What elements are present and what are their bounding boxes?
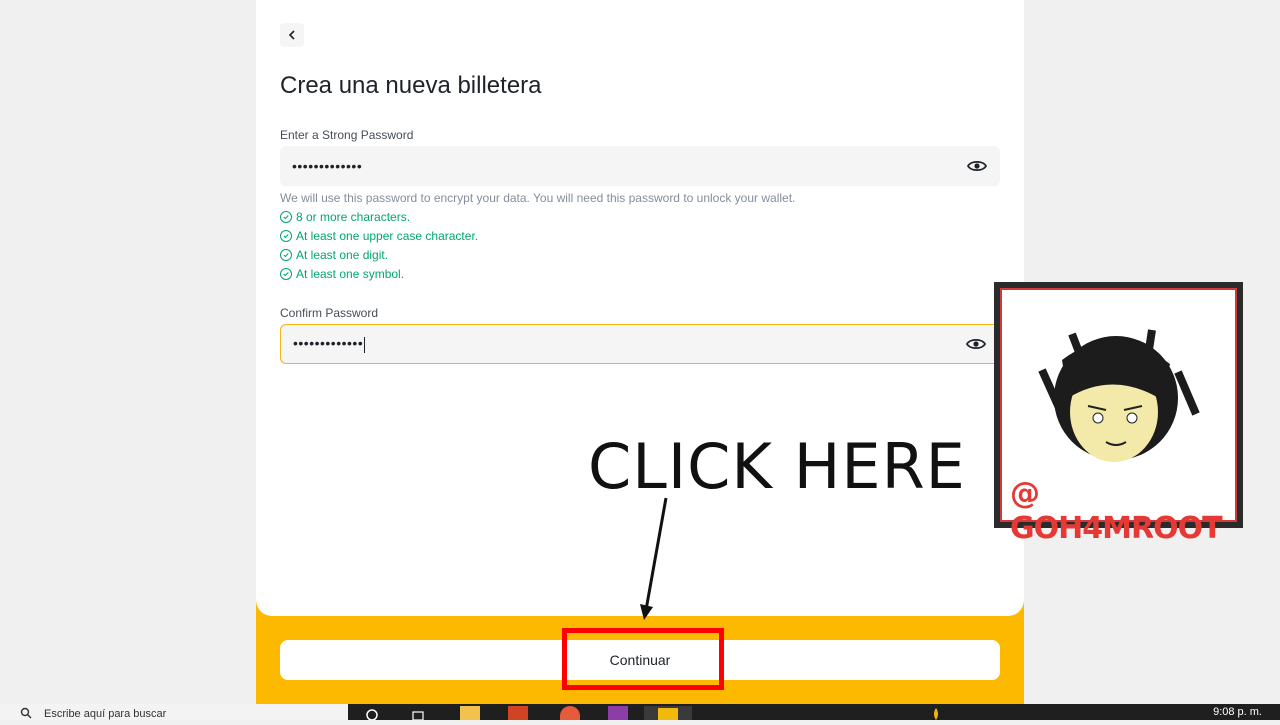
rule-text: At least one digit. <box>296 248 389 262</box>
click-here-callout: CLICK HERE <box>588 430 966 503</box>
rule-item: At least one symbol. <box>280 267 404 281</box>
confirm-password-input[interactable]: ••••••••••••• <box>280 324 1000 364</box>
check-circle-icon <box>280 211 292 223</box>
task-view-icon[interactable] <box>410 706 430 721</box>
watermark-text: @ GOH4MROOT <box>1010 476 1223 546</box>
taskbar-clock: 9:08 p. m. <box>1213 706 1262 718</box>
rule-text: At least one symbol. <box>296 267 405 281</box>
confirm-value: ••••••••••••• <box>293 335 366 353</box>
password-input[interactable]: ••••••••••••• <box>280 146 1000 186</box>
search-icon <box>20 707 32 719</box>
rule-item: At least one upper case character. <box>280 229 478 243</box>
rule-item: 8 or more characters. <box>280 210 410 224</box>
check-circle-icon <box>280 230 292 242</box>
confirm-label: Confirm Password <box>280 306 379 320</box>
highlight-box <box>562 628 724 690</box>
watermark-logo: @ GOH4MROOT <box>994 282 1243 546</box>
eye-icon[interactable] <box>965 333 987 355</box>
rule-text: At least one upper case character. <box>296 229 479 243</box>
taskbar-search[interactable]: Escribe aquí para buscar <box>0 704 348 720</box>
cortana-icon[interactable] <box>364 706 384 721</box>
browser-icon[interactable] <box>560 706 580 720</box>
rule-item: At least one digit. <box>280 248 388 262</box>
page-title: Crea una nueva billetera <box>280 72 542 99</box>
chevron-left-icon <box>288 30 295 40</box>
onenote-icon[interactable] <box>608 706 628 720</box>
check-circle-icon <box>280 249 292 261</box>
taskbar-search-text: Escribe aquí para buscar <box>44 708 167 720</box>
taskbar: Escribe aquí para buscar 9:08 p. m. <box>0 704 1280 721</box>
flame-icon[interactable] <box>930 706 950 720</box>
office-icon[interactable] <box>508 706 528 720</box>
check-circle-icon <box>280 268 292 280</box>
back-button[interactable] <box>280 23 304 47</box>
active-app-icon[interactable] <box>644 706 692 720</box>
eye-icon[interactable] <box>966 155 988 177</box>
arrow-down-icon <box>640 497 668 620</box>
rule-text: 8 or more characters. <box>296 210 411 224</box>
file-explorer-icon[interactable] <box>460 706 480 720</box>
password-hint: We will use this password to encrypt you… <box>280 191 796 205</box>
password-label: Enter a Strong Password <box>280 128 414 142</box>
password-value: ••••••••••••• <box>292 158 363 174</box>
